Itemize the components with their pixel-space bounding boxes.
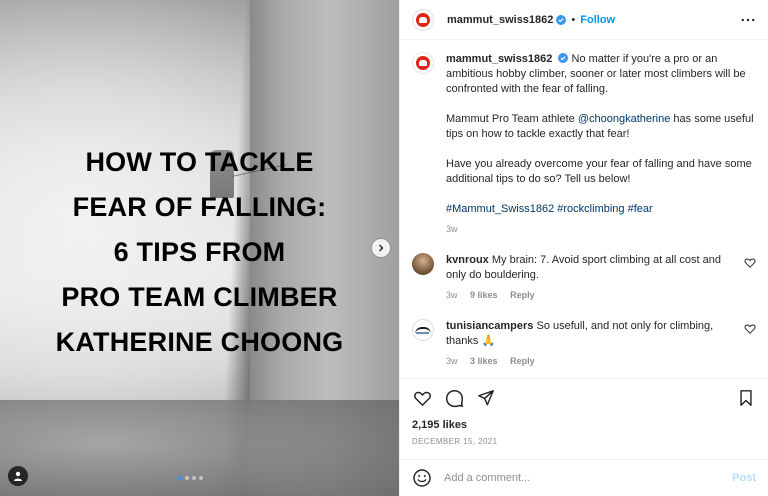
post-comment-button[interactable]: Post (732, 472, 756, 484)
comment-body: kvnroux My brain: 7. Avoid sport climbin… (446, 253, 736, 303)
mammut-logo-icon (416, 12, 430, 27)
add-comment-bar: Post (400, 459, 768, 496)
next-slide-button[interactable] (372, 239, 390, 257)
mammut-logo-icon (416, 56, 430, 70)
comment-username[interactable]: kvnroux (446, 254, 489, 266)
post-media[interactable]: HOW TO TACKLE FEAR OF FALLING: 6 TIPS FR… (0, 0, 399, 496)
media-headline: HOW TO TACKLE FEAR OF FALLING: 6 TIPS FR… (0, 140, 399, 365)
share-button[interactable] (476, 388, 496, 408)
avatar[interactable] (412, 253, 434, 275)
emoji-icon[interactable] (412, 468, 432, 488)
comment-username[interactable]: tunisiancampers (446, 320, 533, 332)
caption: mammut_swiss1862 No matter if you're a p… (446, 52, 756, 237)
carousel-dot (178, 476, 182, 480)
separator: • (571, 13, 576, 26)
avatar[interactable] (412, 52, 434, 74)
carousel-dot (199, 476, 203, 480)
comments-area[interactable]: mammut_swiss1862 No matter if you're a p… (400, 40, 768, 378)
header-username[interactable]: mammut_swiss1862 (447, 14, 553, 26)
save-button[interactable] (736, 388, 756, 408)
carousel-dot (192, 476, 196, 480)
instagram-post: HOW TO TACKLE FEAR OF FALLING: 6 TIPS FR… (0, 0, 768, 496)
post-actions: 2,195 likes DECEMBER 15, 2021 (400, 378, 768, 446)
comment: tunisiancampers So usefull, and not only… (412, 319, 756, 369)
caption-username[interactable]: mammut_swiss1862 (446, 53, 552, 65)
more-options-button[interactable] (740, 12, 756, 28)
caption-meta: 3w (446, 222, 756, 237)
action-icons (412, 379, 756, 417)
like-button[interactable] (412, 388, 432, 408)
comment-icon (445, 389, 463, 407)
caption-row: mammut_swiss1862 No matter if you're a p… (412, 52, 756, 237)
hashtag-link[interactable]: #Mammut_Swiss1862 (446, 203, 554, 215)
headline-line: 6 TIPS FROM (113, 237, 286, 267)
verified-badge-icon (558, 53, 569, 63)
bookmark-icon (740, 390, 752, 406)
comment-likes[interactable]: 9 likes (470, 290, 498, 300)
comment: kvnroux My brain: 7. Avoid sport climbin… (412, 253, 756, 303)
send-icon (478, 390, 494, 406)
carousel-dot (185, 476, 189, 480)
follow-button[interactable]: Follow (580, 14, 615, 26)
comment-input[interactable] (444, 472, 733, 484)
caption-text: Mammut Pro Team athlete (446, 113, 578, 125)
reply-button[interactable]: Reply (510, 290, 535, 300)
heart-icon (413, 391, 431, 406)
hashtag-link[interactable]: #fear (628, 203, 653, 215)
foliage (0, 400, 399, 496)
heart-icon[interactable] (744, 323, 756, 335)
comment-meta: 3w 9 likes Reply (446, 288, 736, 303)
tunisian-campers-logo-icon (415, 326, 431, 334)
comment-time[interactable]: 3w (446, 356, 458, 366)
post-header: mammut_swiss1862 • Follow (400, 0, 768, 40)
verified-badge-icon (556, 14, 567, 25)
heart-icon[interactable] (744, 257, 756, 269)
user-icon (14, 471, 22, 481)
post-sidebar: mammut_swiss1862 • Follow mammut_swiss18… (399, 0, 768, 496)
post-date[interactable]: DECEMBER 15, 2021 (412, 437, 756, 446)
reply-button[interactable]: Reply (510, 356, 535, 366)
comment-likes[interactable]: 3 likes (470, 356, 498, 366)
avatar[interactable] (412, 8, 434, 31)
mention-link[interactable]: @choongkatherine (578, 113, 671, 125)
comment-meta: 3w 3 likes Reply (446, 354, 736, 369)
carousel-indicator (178, 476, 203, 480)
caption-text: Have you already overcome your fear of f… (446, 158, 752, 185)
avatar[interactable] (412, 319, 434, 341)
caption-time[interactable]: 3w (446, 224, 458, 234)
headline-line: HOW TO TACKLE (85, 147, 314, 177)
comment-body: tunisiancampers So usefull, and not only… (446, 319, 736, 369)
likes-count[interactable]: 2,195 likes (412, 419, 756, 431)
comment-button[interactable] (444, 388, 464, 408)
chevron-right-icon (379, 244, 384, 252)
more-horizontal-icon (741, 18, 755, 21)
headline-line: PRO TEAM CLIMBER (61, 282, 338, 312)
headline-line: FEAR OF FALLING: (72, 192, 327, 222)
headline-line: KATHERINE CHOONG (55, 327, 344, 357)
hashtag-link[interactable]: #rockclimbing (557, 203, 624, 215)
tagged-users-button[interactable] (8, 466, 28, 486)
comment-time[interactable]: 3w (446, 290, 458, 300)
